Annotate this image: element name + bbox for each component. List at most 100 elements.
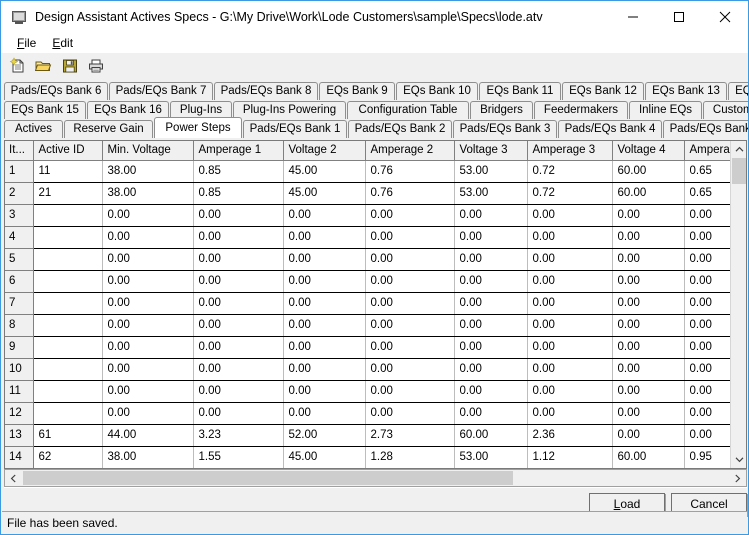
cell[interactable]: 0.00 [283, 292, 366, 315]
cell[interactable]: 0.00 [365, 358, 455, 381]
cell[interactable] [33, 380, 103, 403]
cell[interactable]: 61 [33, 424, 103, 447]
cell[interactable] [33, 270, 103, 293]
cell[interactable]: 0.00 [102, 270, 194, 293]
tab-eqs-bank-13[interactable]: EQs Bank 13 [645, 82, 727, 100]
cell[interactable]: 0.00 [612, 204, 685, 227]
cell[interactable]: 0.72 [527, 160, 613, 183]
cell[interactable]: 38.00 [102, 182, 194, 205]
cell[interactable]: 0.00 [365, 248, 455, 271]
tab-pads-eqs-bank-7[interactable]: Pads/EQs Bank 7 [109, 82, 213, 100]
maximize-button[interactable] [656, 1, 702, 33]
cell[interactable]: 0.00 [612, 402, 685, 425]
cell[interactable]: 0.00 [193, 226, 284, 249]
cell[interactable]: 0.00 [527, 204, 613, 227]
column-header-active-id[interactable]: Active ID [33, 141, 103, 161]
table-row[interactable]: 14 62 38.00 1.55 45.00 1.28 53.00 1.12 60.00 0.95 [5, 446, 731, 468]
cell[interactable]: 0.00 [365, 292, 455, 315]
cell[interactable]: 0.00 [684, 314, 731, 337]
cell[interactable]: 0.76 [365, 182, 455, 205]
cell[interactable]: 0.00 [527, 336, 613, 359]
tab-pads-eqs-bank-5[interactable]: Pads/EQs Bank 5 [663, 120, 748, 138]
cell[interactable]: 0.00 [102, 226, 194, 249]
row-number[interactable]: 4 [5, 226, 34, 249]
table-row[interactable]: 2 21 38.00 0.85 45.00 0.76 53.00 0.72 60.00 0.65 [5, 182, 731, 205]
cell[interactable]: 0.00 [283, 336, 366, 359]
cell[interactable]: 0.00 [684, 204, 731, 227]
table-row[interactable]: 12 0.00 0.00 0.00 0.00 0.00 0.00 0.00 0.00 [5, 402, 731, 425]
tab-pads-eqs-bank-1[interactable]: Pads/EQs Bank 1 [243, 120, 347, 138]
cell[interactable]: 0.00 [454, 402, 528, 425]
tab-eqs-bank-12[interactable]: EQs Bank 12 [562, 82, 644, 100]
cell[interactable]: 38.00 [102, 160, 194, 183]
cell[interactable]: 0.00 [527, 248, 613, 271]
cell[interactable]: 0.00 [454, 380, 528, 403]
cell[interactable]: 38.00 [102, 446, 194, 468]
tab-eqs-bank-14[interactable]: EQs Bank 14 [728, 82, 748, 100]
cell[interactable]: 0.00 [193, 314, 284, 337]
cell[interactable]: 0.76 [365, 160, 455, 183]
cell[interactable]: 0.00 [283, 248, 366, 271]
tab-eqs-bank-10[interactable]: EQs Bank 10 [396, 82, 478, 100]
tab-feedermakers[interactable]: Feedermakers [534, 101, 628, 119]
cell[interactable]: 0.00 [527, 380, 613, 403]
cell[interactable]: 0.00 [612, 226, 685, 249]
cell[interactable]: 0.00 [102, 204, 194, 227]
cell[interactable]: 0.00 [102, 314, 194, 337]
tab-pads-eqs-bank-2[interactable]: Pads/EQs Bank 2 [348, 120, 452, 138]
new-document-icon[interactable] [5, 54, 31, 78]
tab-pads-eqs-bank-6[interactable]: Pads/EQs Bank 6 [4, 82, 108, 100]
cell[interactable]: 0.00 [684, 424, 731, 447]
cell[interactable]: 0.00 [193, 292, 284, 315]
menu-file[interactable]: File [9, 34, 44, 52]
row-number[interactable]: 7 [5, 292, 34, 315]
row-number[interactable]: 12 [5, 402, 34, 425]
menu-edit[interactable]: Edit [44, 34, 81, 52]
tab-eqs-bank-15[interactable]: EQs Bank 15 [4, 101, 86, 119]
table-row[interactable]: 1 11 38.00 0.85 45.00 0.76 53.00 0.72 60.00 0.65 [5, 160, 731, 183]
tab-actives[interactable]: Actives [4, 120, 63, 138]
table-row[interactable]: 11 0.00 0.00 0.00 0.00 0.00 0.00 0.00 0.00 [5, 380, 731, 403]
tab-inline-eqs[interactable]: Inline EQs [629, 101, 702, 119]
cell[interactable]: 0.00 [365, 314, 455, 337]
row-number[interactable]: 8 [5, 314, 34, 337]
cell[interactable]: 0.00 [454, 358, 528, 381]
cell[interactable]: 0.00 [454, 248, 528, 271]
cell[interactable]: 0.00 [283, 204, 366, 227]
cell[interactable]: 0.00 [283, 226, 366, 249]
tab-power-steps[interactable]: Power Steps [154, 117, 242, 138]
table-row[interactable]: 13 61 44.00 3.23 52.00 2.73 60.00 2.36 0.00 0.00 [5, 424, 731, 447]
vertical-scroll-thumb[interactable] [732, 158, 746, 184]
cell[interactable] [33, 314, 103, 337]
row-number[interactable]: 5 [5, 248, 34, 271]
cell[interactable]: 0.00 [612, 424, 685, 447]
cell[interactable]: 0.00 [527, 292, 613, 315]
cell[interactable]: 2.36 [527, 424, 613, 447]
cell[interactable]: 53.00 [454, 160, 528, 183]
cell[interactable]: 2.73 [365, 424, 455, 447]
cell[interactable]: 11 [33, 160, 103, 183]
table-row[interactable]: 4 0.00 0.00 0.00 0.00 0.00 0.00 0.00 0.00 [5, 226, 731, 249]
cell[interactable]: 0.72 [527, 182, 613, 205]
cell[interactable]: 0.00 [365, 336, 455, 359]
scroll-right-arrow-icon[interactable] [729, 470, 746, 486]
row-number[interactable]: 13 [5, 424, 34, 447]
row-number[interactable]: 11 [5, 380, 34, 403]
cell[interactable]: 0.00 [365, 402, 455, 425]
column-header-voltage-2[interactable]: Voltage 2 [283, 141, 366, 161]
tab-plug-ins-powering[interactable]: Plug-Ins Powering [233, 101, 346, 119]
column-header-min-voltage[interactable]: Min. Voltage [102, 141, 194, 161]
column-header-voltage-4[interactable]: Voltage 4 [612, 141, 685, 161]
cell[interactable]: 45.00 [283, 446, 366, 468]
tab-eqs-bank-11[interactable]: EQs Bank 11 [479, 82, 561, 100]
cell[interactable]: 0.00 [283, 402, 366, 425]
cell[interactable]: 0.00 [684, 336, 731, 359]
tab-pads-eqs-bank-4[interactable]: Pads/EQs Bank 4 [558, 120, 662, 138]
cell[interactable]: 0.00 [283, 314, 366, 337]
cell[interactable]: 62 [33, 446, 103, 468]
open-folder-icon[interactable] [31, 54, 57, 78]
cell[interactable]: 0.00 [684, 248, 731, 271]
cell[interactable]: 0.85 [193, 160, 284, 183]
minimize-button[interactable] [610, 1, 656, 33]
cell[interactable]: 0.00 [684, 270, 731, 293]
